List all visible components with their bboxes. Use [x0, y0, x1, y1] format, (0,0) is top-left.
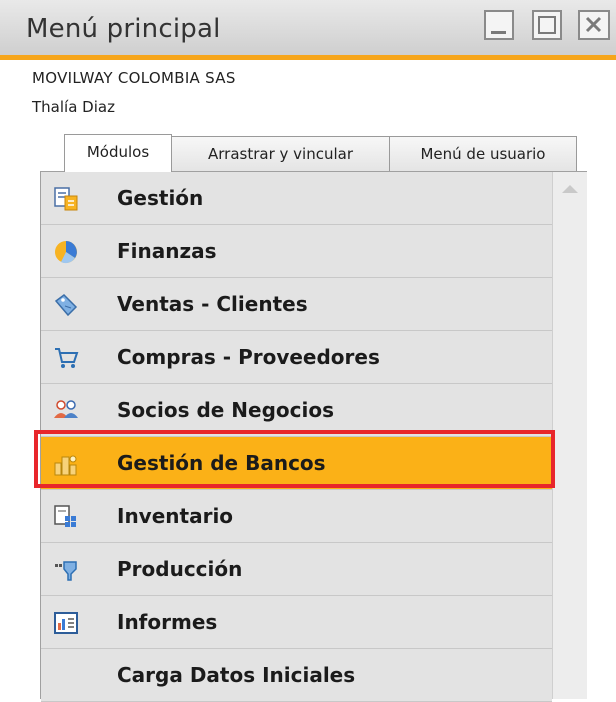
module-label: Ventas - Clientes	[117, 292, 308, 316]
user-name: Thalía Diaz	[32, 98, 115, 116]
module-finanzas[interactable]: Finanzas	[41, 225, 552, 278]
module-label: Gestión de Bancos	[117, 451, 326, 475]
company-name: MOVILWAY COLOMBIA SAS	[32, 69, 236, 87]
window-title: Menú principal	[26, 14, 221, 44]
finanzas-pie-icon	[55, 241, 77, 264]
scroll-up-arrow-icon[interactable]	[559, 180, 581, 198]
minimize-button[interactable]	[484, 10, 514, 40]
module-label: Compras - Proveedores	[117, 345, 380, 369]
modules-panel: Gestión Finanzas Ventas - Clientes Compr…	[40, 171, 587, 702]
tab-menu-usuario[interactable]: Menú de usuario	[389, 136, 577, 172]
module-ventas-clientes[interactable]: Ventas - Clientes	[41, 278, 552, 331]
module-socios-negocios[interactable]: Socios de Negocios	[41, 384, 552, 437]
ventas-tag-icon	[54, 294, 78, 317]
tab-arrastrar-vincular[interactable]: Arrastrar y vincular	[171, 136, 390, 172]
reports-chart-icon	[54, 612, 78, 634]
banking-coins-icon	[54, 455, 77, 476]
gestion-icon	[54, 187, 78, 211]
maximize-icon	[538, 16, 556, 34]
close-icon	[585, 16, 602, 33]
module-informes[interactable]: Informes	[41, 596, 552, 649]
minimize-icon	[491, 31, 506, 34]
tab-modulos[interactable]: Módulos	[64, 134, 172, 172]
module-label: Socios de Negocios	[117, 398, 335, 422]
business-partners-icon	[54, 400, 78, 418]
module-label: Carga Datos Iniciales	[117, 663, 356, 687]
module-produccion[interactable]: Producción	[41, 543, 552, 596]
module-compras-proveedores[interactable]: Compras - Proveedores	[41, 331, 552, 384]
inventory-icon	[54, 505, 76, 527]
shopping-cart-icon	[55, 348, 79, 368]
module-inventario[interactable]: Inventario	[41, 490, 552, 543]
module-gestion-bancos[interactable]: Gestión de Bancos	[41, 437, 552, 490]
module-carga-datos-iniciales[interactable]: Carga Datos Iniciales	[41, 649, 552, 702]
modules-list: Gestión Finanzas Ventas - Clientes Compr…	[41, 172, 552, 702]
module-label: Inventario	[117, 504, 234, 528]
production-icon	[55, 561, 77, 581]
window-titlebar[interactable]: Menú principal	[0, 0, 616, 60]
module-gestion[interactable]: Gestión	[41, 172, 552, 225]
module-label: Gestión	[117, 186, 204, 210]
modules-scrollbar[interactable]	[552, 172, 587, 699]
module-label: Finanzas	[117, 239, 217, 263]
close-button[interactable]	[578, 10, 610, 40]
maximize-button[interactable]	[532, 10, 562, 40]
module-label: Informes	[117, 610, 218, 634]
module-label: Producción	[117, 557, 243, 581]
